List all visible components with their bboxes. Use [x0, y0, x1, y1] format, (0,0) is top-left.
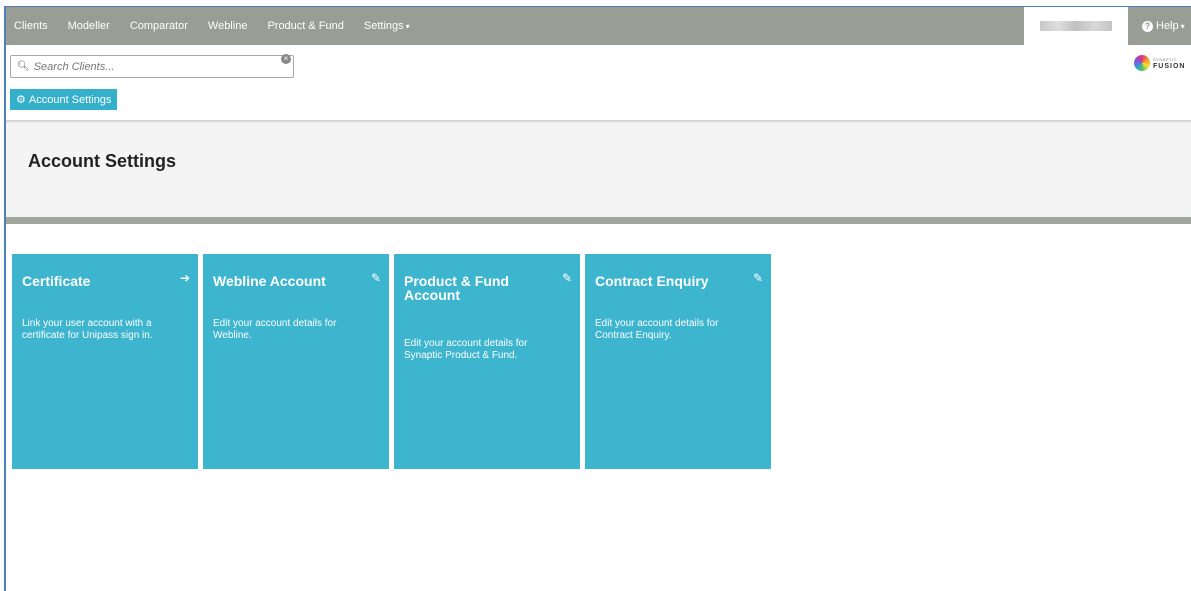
tile-title: Contract Enquiry [595, 273, 709, 289]
tile-certificate[interactable]: Certificate ➔ Link your user account wit… [12, 254, 198, 469]
pencil-icon: ✎ [752, 271, 763, 285]
app-window: Clients Modeller Comparator Webline Prod… [4, 6, 1191, 591]
tile-description: Edit your account details for Webline. [213, 318, 337, 341]
tile-description: Link your user account with a certificat… [22, 318, 153, 341]
logo-small-text: SYNAPTIC [1153, 57, 1178, 62]
synaptic-fusion-logo: SYNAPTIC FUSION [1134, 55, 1185, 71]
tile-webline-account[interactable]: Webline Account ✎ Edit your account deta… [203, 254, 389, 469]
tile-contract-enquiry[interactable]: Contract Enquiry ✎ Edit your account det… [585, 254, 771, 469]
nav-item-webline[interactable]: Webline [208, 20, 248, 32]
nav-item-settings-label: Settings [363, 20, 404, 32]
header-divider [6, 217, 1191, 224]
logo-mark-icon [1134, 55, 1150, 71]
logo-text: SYNAPTIC FUSION [1153, 56, 1185, 70]
tile-title: Product & Fund Account [404, 273, 509, 303]
arrow-right-icon: ➔ [179, 271, 190, 285]
help-menu[interactable]: ? Help ▾ [1142, 7, 1185, 45]
account-settings-label: Account Settings [28, 93, 112, 106]
chevron-down-icon: ▾ [1180, 21, 1185, 31]
user-menu[interactable] [1024, 7, 1128, 45]
clear-icon[interactable]: × [281, 54, 291, 64]
search-icon: 🔍︎ [17, 61, 30, 72]
pencil-icon: ✎ [561, 271, 572, 285]
nav-items: Clients Modeller Comparator Webline Prod… [14, 7, 430, 45]
tile-description: Edit your account details for Contract E… [595, 318, 719, 341]
account-settings-button[interactable]: ⚙ Account Settings [10, 89, 118, 110]
tile-description: Edit your account details for Synaptic P… [404, 338, 528, 361]
page-title: Account Settings [28, 151, 177, 171]
nav-item-modeller[interactable]: Modeller [68, 20, 110, 32]
nav-item-comparator[interactable]: Comparator [130, 20, 188, 32]
question-icon: ? [1142, 20, 1153, 32]
search-input[interactable] [33, 60, 274, 73]
nav-item-clients[interactable]: Clients [14, 20, 48, 32]
logo-big-text: FUSION [1153, 63, 1186, 70]
user-name-redacted [1040, 21, 1112, 31]
gear-icon: ⚙ [16, 94, 26, 106]
tile-product-fund-account[interactable]: Product & Fund Account ✎ Edit your accou… [394, 254, 580, 469]
settings-tiles: Certificate ➔ Link your user account wit… [12, 254, 776, 469]
search-box: 🔍︎ × [10, 54, 294, 78]
chevron-down-icon: ▾ [405, 22, 410, 31]
tile-title: Certificate [22, 273, 91, 289]
tile-title: Webline Account [213, 273, 326, 289]
nav-item-product-fund[interactable]: Product & Fund [267, 20, 343, 32]
pencil-icon: ✎ [370, 271, 381, 285]
top-nav: Clients Modeller Comparator Webline Prod… [6, 7, 1191, 45]
help-label: Help [1156, 20, 1179, 32]
nav-item-settings[interactable]: Settings ▾ [364, 20, 410, 32]
page-header: Account Settings [6, 123, 1191, 217]
